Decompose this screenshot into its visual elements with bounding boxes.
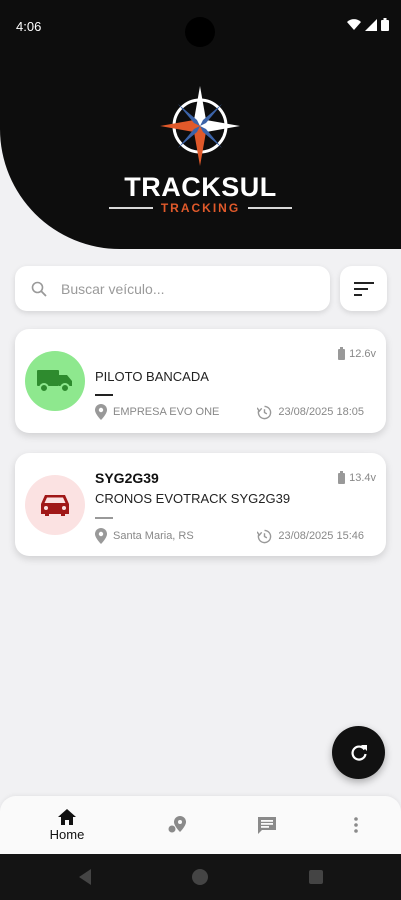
search-icon bbox=[31, 281, 47, 297]
refresh-button[interactable] bbox=[332, 726, 385, 779]
location-info: EMPRESA EVO ONE bbox=[95, 404, 219, 420]
nav-more[interactable] bbox=[321, 796, 391, 854]
brand-logo: TRACKSUL TRACKING bbox=[0, 86, 401, 218]
brand-name: TRACKSUL bbox=[124, 172, 277, 202]
battery-icon bbox=[338, 347, 346, 360]
timestamp-info: 23/08/2025 15:46 bbox=[257, 529, 364, 544]
nav-map[interactable] bbox=[143, 796, 213, 854]
brand-subtitle-row: TRACKING bbox=[0, 201, 401, 215]
compass-icon bbox=[160, 86, 240, 166]
status-bar: 4:06 bbox=[0, 0, 401, 54]
status-dash bbox=[95, 394, 113, 396]
search-input[interactable]: Buscar veículo... bbox=[15, 266, 330, 311]
car-icon bbox=[41, 495, 69, 516]
more-icon bbox=[354, 817, 358, 833]
filter-button[interactable] bbox=[340, 266, 387, 311]
battery-voltage: 12.6v bbox=[349, 347, 376, 360]
chat-icon bbox=[258, 816, 276, 834]
vehicle-title: PILOTO BANCADA bbox=[95, 369, 209, 384]
history-icon bbox=[257, 529, 272, 543]
history-icon bbox=[257, 405, 272, 419]
vehicle-card[interactable]: 12.6v PILOTO BANCADA EMPRESA EVO ONE 23/… bbox=[15, 329, 386, 433]
location-pin-icon bbox=[95, 404, 107, 420]
nav-home[interactable]: Home bbox=[32, 796, 102, 854]
battery-status-icon bbox=[381, 18, 389, 31]
system-nav-bar bbox=[0, 854, 401, 900]
divider bbox=[248, 207, 293, 209]
map-pin-icon bbox=[168, 816, 186, 833]
recents-icon[interactable] bbox=[309, 870, 323, 884]
battery-indicator: 12.6v bbox=[338, 347, 376, 360]
home-circle-icon[interactable] bbox=[192, 869, 208, 885]
back-icon[interactable] bbox=[77, 869, 93, 885]
vehicle-avatar bbox=[25, 475, 85, 535]
bottom-nav: Home bbox=[0, 796, 401, 854]
battery-indicator: 13.4v bbox=[338, 471, 376, 484]
search-placeholder: Buscar veículo... bbox=[61, 280, 165, 297]
vehicle-avatar bbox=[25, 351, 85, 411]
vehicle-timestamp: 23/08/2025 15:46 bbox=[278, 530, 364, 542]
location-info: Santa Maria, RS bbox=[95, 528, 194, 544]
divider bbox=[108, 207, 153, 209]
battery-icon bbox=[338, 471, 346, 484]
vehicle-location: Santa Maria, RS bbox=[113, 530, 194, 542]
camera-cutout bbox=[185, 17, 215, 47]
nav-chat[interactable] bbox=[232, 796, 302, 854]
vehicle-info: EMPRESA EVO ONE 23/08/2025 18:05 bbox=[95, 404, 364, 420]
status-dash bbox=[95, 517, 113, 519]
vehicle-card[interactable]: 13.4v SYG2G39 CRONOS EVOTRACK SYG2G39 Sa… bbox=[15, 453, 386, 556]
timestamp-info: 23/08/2025 18:05 bbox=[257, 405, 364, 420]
refresh-icon bbox=[350, 744, 367, 761]
vehicle-title: CRONOS EVOTRACK SYG2G39 bbox=[95, 491, 291, 506]
vehicle-info: Santa Maria, RS 23/08/2025 15:46 bbox=[95, 528, 364, 544]
vehicle-location: EMPRESA EVO ONE bbox=[113, 406, 220, 418]
status-time: 4:06 bbox=[16, 19, 42, 34]
home-icon bbox=[58, 808, 76, 825]
sort-icon bbox=[353, 281, 374, 296]
wifi-icon bbox=[347, 18, 361, 30]
vehicle-timestamp: 23/08/2025 18:05 bbox=[278, 406, 364, 418]
battery-voltage: 13.4v bbox=[349, 471, 376, 484]
location-pin-icon bbox=[95, 528, 107, 544]
brand-subtitle: TRACKING bbox=[160, 201, 241, 215]
status-icons bbox=[347, 18, 389, 31]
signal-icon bbox=[365, 18, 377, 31]
nav-home-label: Home bbox=[49, 826, 85, 842]
truck-icon bbox=[37, 370, 72, 393]
vehicle-plate: SYG2G39 bbox=[95, 470, 159, 486]
